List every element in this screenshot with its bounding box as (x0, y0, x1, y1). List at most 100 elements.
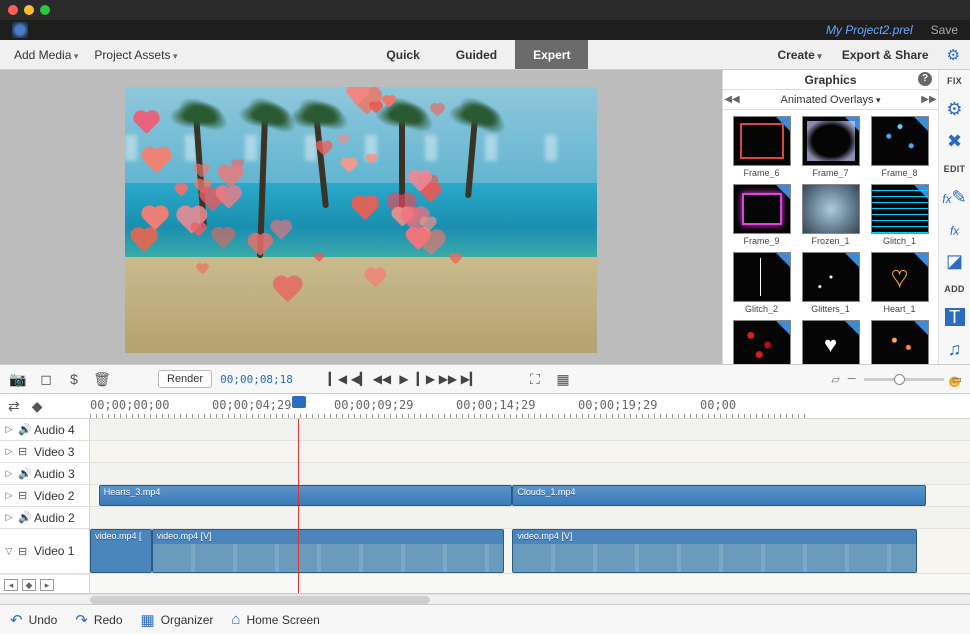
expand-track-icon[interactable]: ▷ (4, 512, 14, 523)
add-media-menu[interactable]: Add Media (6, 44, 86, 66)
settings-gear-icon[interactable]: ⚙ (943, 46, 964, 64)
toolstrip-add[interactable]: ADD (941, 284, 969, 294)
save-button[interactable]: Save (931, 23, 958, 37)
expand-track-icon[interactable]: ▷ (4, 446, 14, 457)
play-icon[interactable]: ▶ (395, 370, 413, 388)
tools-icon[interactable]: ✖ (941, 132, 969, 150)
track-home-icon[interactable]: ◆ (22, 579, 36, 591)
trash-icon[interactable]: 🗑 (92, 369, 112, 389)
track-body[interactable] (90, 419, 970, 440)
markers-icon[interactable]: ◆ (32, 398, 43, 415)
graphics-item[interactable]: Hearts_2 (798, 320, 863, 364)
track-body[interactable] (90, 507, 970, 528)
step-fwd-icon[interactable]: ▎▶ (417, 370, 435, 388)
track-nav-controls: ◂ ◆ ▸ (0, 574, 90, 594)
preview-monitor[interactable] (125, 87, 597, 353)
graphics-grid[interactable]: Frame_6 Frame_7 Frame_8 Frame_9Frozen_1Glit… (723, 110, 938, 364)
graphics-item[interactable]: Hearts_1 (729, 320, 794, 364)
create-menu[interactable]: Create (771, 44, 827, 66)
track-body[interactable] (90, 463, 970, 484)
playhead-handle[interactable] (292, 396, 306, 408)
camera-icon[interactable]: 📷 (8, 369, 28, 389)
render-button[interactable]: Render (158, 370, 212, 388)
project-assets-menu[interactable]: Project Assets (86, 44, 185, 66)
track-header[interactable]: ▷⊟Video 2 (0, 485, 90, 506)
clip[interactable]: Clouds_1.mp4 (512, 485, 926, 506)
expand-track-icon[interactable]: ▽ (4, 546, 14, 557)
zoom-slider[interactable] (864, 378, 944, 381)
track-next-icon[interactable]: ▸ (40, 579, 54, 591)
zoom-max-shape-icon[interactable]: ▭ (952, 373, 962, 386)
close-window-button[interactable] (8, 5, 18, 15)
graphics-item[interactable]: Glitch_1 (867, 184, 932, 246)
maximize-window-button[interactable] (40, 5, 50, 15)
crop-icon[interactable]: ◻ (36, 369, 56, 389)
properties-icon[interactable]: ⇄ (8, 398, 20, 415)
track-body[interactable]: video.mp4 [video.mp4 [V]video.mp4 [V] (90, 529, 970, 573)
organizer-label: Organizer (161, 613, 214, 627)
toolstrip-edit[interactable]: EDIT (941, 164, 969, 174)
help-icon[interactable]: ? (918, 72, 932, 86)
tab-quick[interactable]: Quick (368, 40, 437, 69)
clip[interactable]: video.mp4 [ (90, 529, 152, 573)
undo-button[interactable]: ↶Undo (10, 611, 57, 629)
fx-edit-icon[interactable]: fx✎ (941, 188, 969, 206)
graphics-item[interactable]: Frame_8 (867, 116, 932, 178)
track-header[interactable]: ▷🔊Audio 4 (0, 419, 90, 440)
step-back-icon[interactable]: ◀▎ (351, 370, 369, 388)
graphics-item[interactable]: Frame_6 (729, 116, 794, 178)
adjust-sliders-icon[interactable]: ⚙ (941, 100, 969, 118)
expand-track-icon[interactable]: ▷ (4, 468, 14, 479)
clip[interactable]: Hearts_3.mp4 (99, 485, 513, 506)
time-ruler[interactable]: 00;00;00;0000;00;04;2900;00;09;2900;00;1… (90, 394, 970, 419)
track-header[interactable]: ▽⊟Video 1 (0, 529, 90, 573)
playhead-line[interactable] (298, 419, 299, 593)
graphics-item[interactable]: Heart_1 (867, 252, 932, 314)
graphics-thumb (871, 320, 929, 364)
track-body[interactable] (90, 441, 970, 462)
fullscreen-icon[interactable]: ⛶ (525, 369, 545, 389)
graphics-item[interactable]: Frame_9 (729, 184, 794, 246)
rewind-icon[interactable]: ◀◀ (373, 370, 391, 388)
music-icon[interactable]: ♫ (941, 340, 969, 358)
organizer-button[interactable]: ▦Organizer (141, 611, 214, 629)
home-screen-button[interactable]: ⌂Home Screen (231, 611, 319, 628)
track-prev-icon[interactable]: ◂ (4, 579, 18, 591)
transitions-icon[interactable]: ◪ (941, 252, 969, 270)
graphics-item[interactable]: Frame_7 (798, 116, 863, 178)
goto-end-icon[interactable]: ▶▎ (461, 370, 479, 388)
export-share-button[interactable]: Export & Share (836, 44, 935, 66)
minimize-window-button[interactable] (24, 5, 34, 15)
transport-controls: ▎◀ ◀▎ ◀◀ ▶ ▎▶ ▶▶ ▶▎ (329, 370, 479, 388)
fast-fwd-icon[interactable]: ▶▶ (439, 370, 457, 388)
category-next-icon[interactable]: ▶▶ (920, 94, 938, 105)
toolstrip-fix[interactable]: FIX (941, 76, 969, 86)
graphics-item[interactable]: Hearts_3 (867, 320, 932, 364)
track-header[interactable]: ▷⊟Video 3 (0, 441, 90, 462)
track-body[interactable]: Hearts_3.mp4Clouds_1.mp4 (90, 485, 970, 506)
graphics-item[interactable]: Glitch_2 (729, 252, 794, 314)
fx-icon[interactable]: fx (941, 220, 969, 238)
titles-icon[interactable]: T (945, 308, 965, 326)
graphics-label: Frame_7 (798, 168, 863, 178)
track-header[interactable]: ▷🔊Audio 2 (0, 507, 90, 528)
category-prev-icon[interactable]: ◀◀ (723, 94, 741, 105)
category-dropdown[interactable]: Animated Overlays (741, 94, 920, 106)
graphics-item[interactable]: Glitters_1 (798, 252, 863, 314)
tab-expert[interactable]: Expert (515, 40, 588, 69)
clip[interactable]: video.mp4 [V] (512, 529, 917, 573)
track-name: Audio 2 (34, 511, 75, 525)
graphics-item[interactable]: Frozen_1 (798, 184, 863, 246)
expand-track-icon[interactable]: ▷ (4, 490, 14, 501)
tab-guided[interactable]: Guided (438, 40, 515, 69)
timeline-h-scrollbar[interactable] (0, 594, 970, 604)
timecode-display[interactable]: 00;00;08;18 (220, 373, 293, 386)
track-header[interactable]: ▷🔊Audio 3 (0, 463, 90, 484)
redo-button[interactable]: ↷Redo (75, 611, 122, 629)
zoom-out-shape-icon[interactable]: ▱ (831, 373, 839, 386)
expand-track-icon[interactable]: ▷ (4, 424, 14, 435)
dollar-markers-icon[interactable]: $ (64, 369, 84, 389)
safe-margins-icon[interactable]: ▦ (553, 369, 573, 389)
clip[interactable]: video.mp4 [V] (152, 529, 504, 573)
goto-start-icon[interactable]: ▎◀ (329, 370, 347, 388)
